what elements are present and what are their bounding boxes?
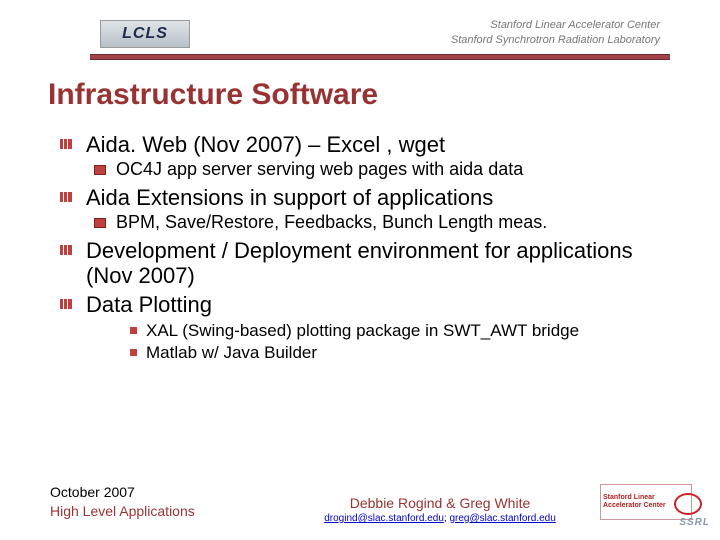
bullet-xal: XAL (Swing-based) plotting package in SW…	[130, 320, 670, 341]
slac-logo: Stanford Linear Accelerator Center	[600, 484, 692, 520]
bullet-data-plotting: Data Plotting	[60, 292, 670, 317]
org-line-2: Stanford Synchrotron Radiation Laborator…	[451, 33, 660, 48]
bullet-oc4j: OC4J app server serving web pages with a…	[94, 159, 670, 181]
footer-left: October 2007 High Level Applications	[50, 483, 195, 522]
footer-emails: drogind@slac.stanford.edu; greg@slac.sta…	[310, 513, 570, 524]
footer-email-2[interactable]: greg@slac.stanford.edu	[449, 513, 555, 524]
header-divider	[90, 54, 670, 60]
slide-body: Aida. Web (Nov 2007) – Excel , wget OC4J…	[60, 128, 670, 364]
bullet-matlab: Matlab w/ Java Builder	[130, 342, 670, 363]
slide-header: LCLS Stanford Linear Accelerator Center …	[0, 12, 720, 62]
bullet-dev-deploy: Development / Deployment environment for…	[60, 238, 670, 289]
footer-center: Debbie Rogind & Greg White drogind@slac.…	[310, 495, 570, 524]
lcls-logo: LCLS	[100, 20, 190, 48]
slide-title: Infrastructure Software	[48, 78, 378, 112]
bullet-aida-web: Aida. Web (Nov 2007) – Excel , wget	[60, 132, 670, 157]
header-org: Stanford Linear Accelerator Center Stanf…	[451, 18, 660, 49]
footer-subtitle: High Level Applications	[50, 502, 195, 522]
bullet-bpm: BPM, Save/Restore, Feedbacks, Bunch Leng…	[94, 212, 670, 234]
footer-date: October 2007	[50, 483, 195, 503]
org-line-1: Stanford Linear Accelerator Center	[451, 18, 660, 33]
bullet-aida-extensions: Aida Extensions in support of applicatio…	[60, 185, 670, 210]
slac-logo-text: Stanford Linear Accelerator Center	[603, 494, 674, 509]
slac-logo-ring-icon	[674, 490, 689, 514]
slide-footer: October 2007 High Level Applications Deb…	[0, 480, 720, 530]
footer-email-1[interactable]: drogind@slac.stanford.edu	[324, 513, 444, 524]
ssrl-badge: SSRL	[679, 517, 710, 528]
footer-authors: Debbie Rogind & Greg White	[310, 495, 570, 511]
